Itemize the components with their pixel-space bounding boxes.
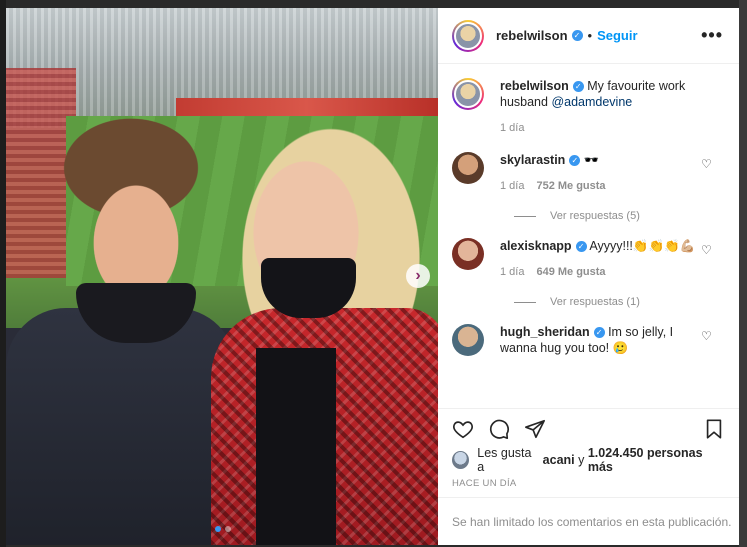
comment-like-heart-icon[interactable]: ♡	[701, 330, 713, 342]
replies-line	[514, 215, 536, 217]
caption-username[interactable]: rebelwilson	[500, 79, 569, 93]
comment-body: alexisknapp ✓ Ayyyy!!!👏👏👏💪🏼 1 día 649 Me …	[500, 238, 725, 280]
caption-avatar-image	[454, 80, 482, 108]
comment-meta: 1 día 752 Me gusta	[500, 178, 699, 194]
comment-item: skylarastin ✓ 🕶️ 1 día 752 Me gusta ♡	[452, 152, 725, 194]
view-replies-label: Ver respuestas (5)	[550, 210, 640, 222]
likes-prefix: Les gusta a	[477, 446, 532, 474]
likes-user[interactable]: acani	[543, 453, 575, 467]
carousel-dot	[225, 526, 231, 532]
header-separator: •	[587, 28, 593, 43]
comment-time[interactable]: 1 día	[500, 264, 524, 280]
backdrop-right	[739, 0, 747, 547]
liker-avatar[interactable]	[452, 451, 470, 469]
comment-time[interactable]: 1 día	[500, 178, 524, 194]
caption: rebelwilson ✓ My favourite work husband @…	[452, 78, 725, 136]
more-options-icon[interactable]: •••	[701, 25, 723, 46]
verified-badge-icon: ✓	[593, 327, 605, 339]
comment-username[interactable]: skylarastin	[500, 153, 565, 167]
post-header: rebelwilson ✓ • Seguir •••	[438, 8, 739, 64]
view-replies-button[interactable]: Ver respuestas (1)	[514, 296, 725, 308]
comment-username[interactable]: hugh_sheridan	[500, 325, 590, 339]
comment-avatar[interactable]	[452, 238, 484, 270]
person-left-shirt	[6, 308, 236, 545]
comment-body: hugh_sheridan ✓ Im so jelly, I wanna hug …	[500, 324, 725, 356]
comment-likes[interactable]: 649 Me gusta	[536, 264, 605, 280]
comment-item: alexisknapp ✓ Ayyyy!!!👏👏👏💪🏼 1 día 649 Me …	[452, 238, 725, 280]
comment-avatar[interactable]	[452, 152, 484, 184]
likes-count[interactable]: 1.024.450 personas más	[588, 446, 725, 474]
author-avatar[interactable]	[452, 19, 484, 52]
author-avatar-image	[454, 21, 482, 50]
verified-badge-icon: ✓	[572, 81, 584, 93]
comments-limited-notice: Se han limitado los comentarios en esta …	[438, 497, 739, 545]
carousel-dots	[215, 526, 231, 532]
comment-likes[interactable]: 752 Me gusta	[536, 178, 605, 194]
caption-mention-link[interactable]: @adamdevine	[551, 95, 632, 109]
verified-badge-icon: ✓	[575, 241, 587, 253]
comment-text: Ayyyy!!!👏👏👏💪🏼	[589, 239, 696, 253]
view-replies-button[interactable]: Ver respuestas (5)	[514, 210, 725, 222]
replies-line	[514, 301, 536, 303]
verified-badge-icon: ✓	[569, 155, 581, 167]
comment-item: hugh_sheridan ✓ Im so jelly, I wanna hug …	[452, 324, 725, 356]
post-panel: rebelwilson ✓ • Seguir ••• rebelwilson ✓ …	[438, 8, 739, 545]
carousel-next-button[interactable]: ›	[406, 264, 430, 288]
comment-avatar[interactable]	[452, 324, 484, 356]
caption-body: rebelwilson ✓ My favourite work husband @…	[500, 78, 725, 136]
comment-meta: 1 día 649 Me gusta	[500, 264, 699, 280]
post-actions	[438, 408, 739, 448]
caption-time[interactable]: 1 día	[500, 120, 524, 136]
author-username[interactable]: rebelwilson	[496, 28, 568, 43]
view-replies-label: Ver respuestas (1)	[550, 296, 640, 308]
caption-meta: 1 día	[500, 120, 699, 136]
like-heart-icon[interactable]	[452, 418, 474, 440]
post-modal: › rebelwilson ✓ • Seguir ••• rebelwilson…	[6, 8, 739, 545]
comment-like-heart-icon[interactable]: ♡	[701, 244, 713, 256]
comment-body: skylarastin ✓ 🕶️ 1 día 752 Me gusta	[500, 152, 725, 194]
comment-like-heart-icon[interactable]: ♡	[701, 158, 713, 170]
caption-avatar[interactable]	[452, 78, 484, 110]
follow-button[interactable]: Seguir	[597, 28, 637, 43]
comment-username[interactable]: alexisknapp	[500, 239, 572, 253]
save-bookmark-icon[interactable]	[703, 418, 725, 440]
verified-badge-icon: ✓	[571, 30, 583, 41]
comments-list[interactable]: rebelwilson ✓ My favourite work husband @…	[438, 64, 739, 408]
post-date[interactable]: HACE UN DÍA	[438, 472, 739, 496]
post-photo: ›	[6, 8, 438, 545]
likes-summary: Les gusta a acani y 1.024.450 personas m…	[438, 446, 739, 474]
likes-mid: y	[578, 453, 585, 467]
comment-text: 🕶️	[583, 153, 600, 167]
comment-bubble-icon[interactable]	[488, 418, 510, 440]
share-paper-plane-icon[interactable]	[524, 418, 546, 440]
carousel-dot-active	[215, 526, 221, 532]
person-right-top	[256, 348, 336, 545]
